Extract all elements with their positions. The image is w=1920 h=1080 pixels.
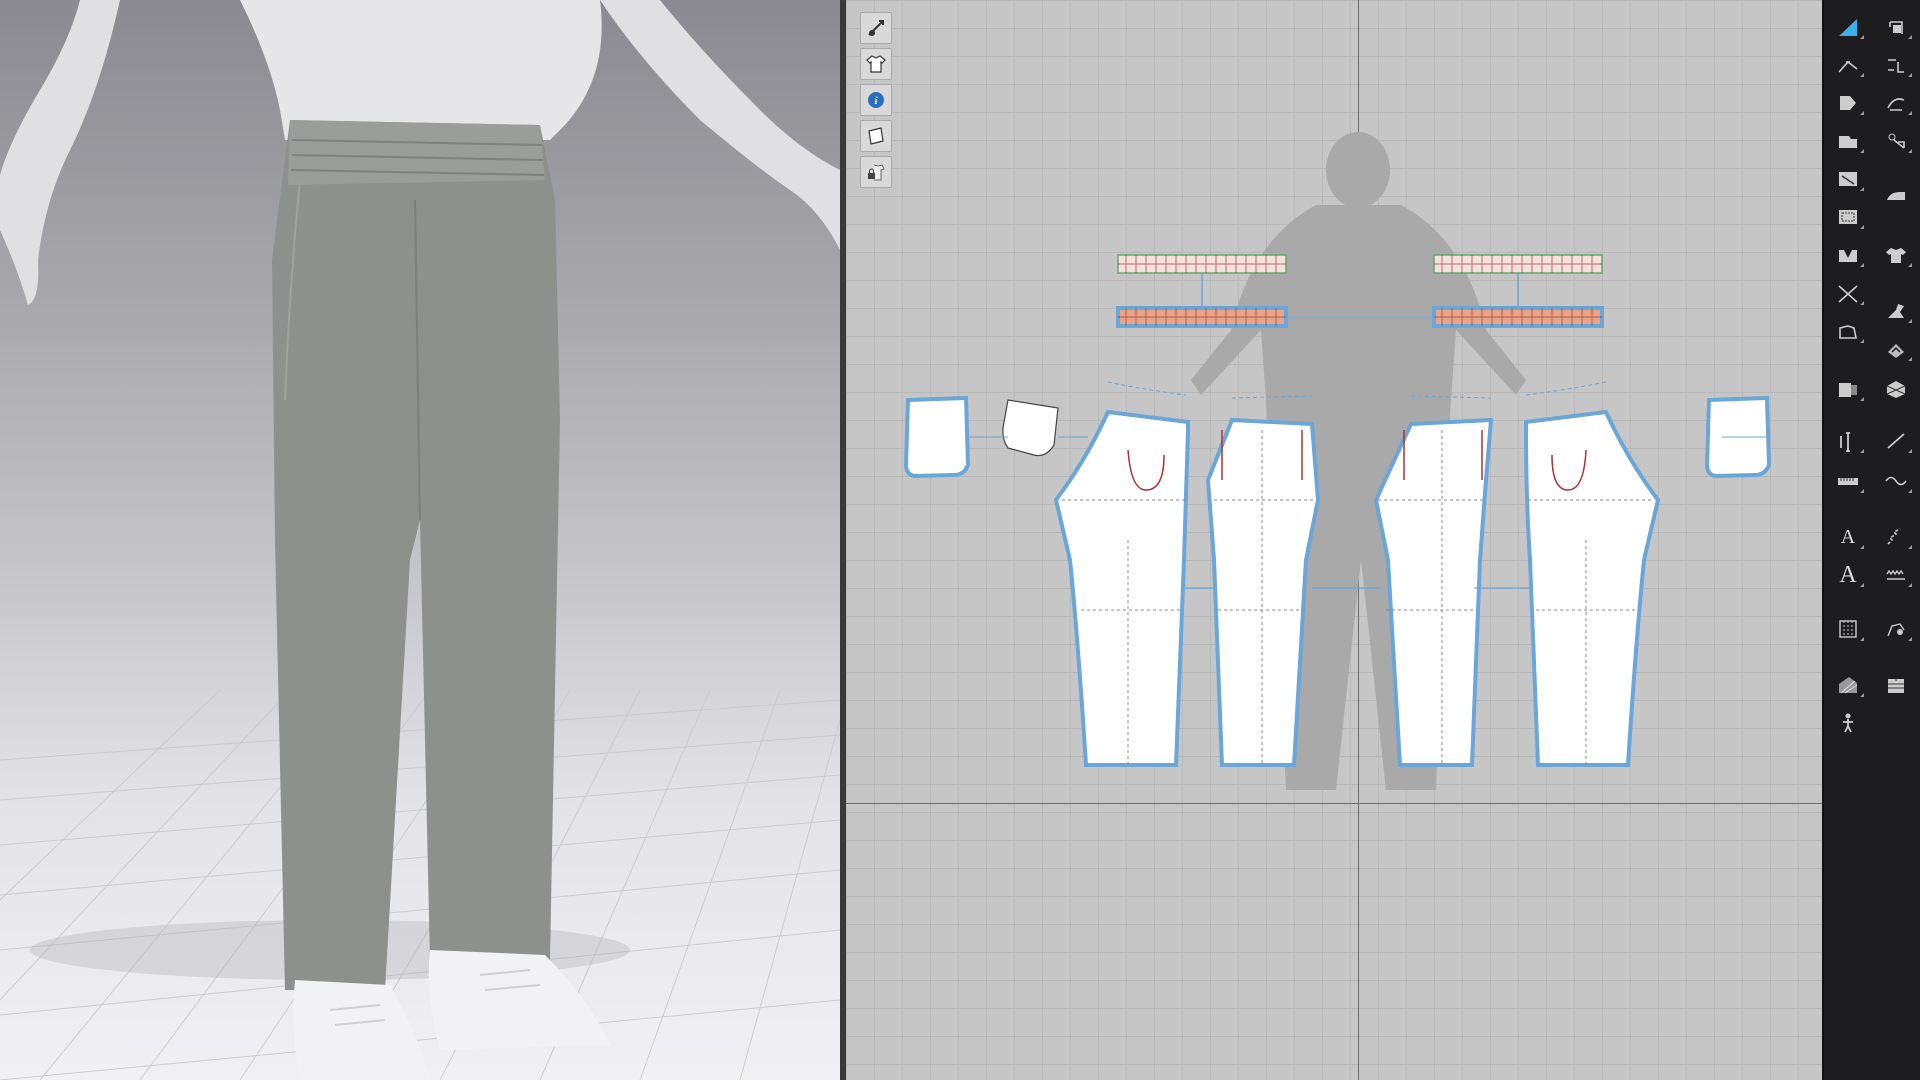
pin-icon[interactable] xyxy=(1876,334,1916,364)
text-icon[interactable]: A xyxy=(1828,522,1868,552)
transform-pattern-icon[interactable] xyxy=(1876,12,1916,42)
garment-fit-icon[interactable] xyxy=(1876,240,1916,270)
measure-icon[interactable] xyxy=(1828,426,1868,456)
edit-curvature-icon[interactable] xyxy=(1828,50,1868,80)
2d-pattern-window[interactable]: i xyxy=(846,0,1822,1080)
avatar-right-arm xyxy=(600,0,840,250)
fold-icon[interactable] xyxy=(1876,374,1916,404)
grainline-icon[interactable] xyxy=(1828,614,1868,644)
sweatpants-3d xyxy=(272,120,560,990)
text-style-icon[interactable]: A xyxy=(1828,560,1868,590)
add-point-icon[interactable] xyxy=(1828,316,1868,346)
lock-garment-icon[interactable] xyxy=(860,156,892,188)
edit-point-icon[interactable] xyxy=(1876,50,1916,80)
2d-view-toolbar: i xyxy=(860,12,892,192)
curve-point-icon[interactable] xyxy=(1876,88,1916,118)
show-avatar-icon[interactable] xyxy=(860,12,892,44)
trim-icon[interactable] xyxy=(1876,670,1916,700)
3d-viewport[interactable] xyxy=(0,0,840,1080)
internal-rectangle-icon[interactable] xyxy=(1828,202,1868,232)
show-garment-icon[interactable] xyxy=(860,48,892,80)
clo3d-workspace: i A A xyxy=(0,0,1920,1080)
floor-grid xyxy=(0,689,840,1080)
free-sewing-icon[interactable] xyxy=(1876,466,1916,496)
avatar-left-arm xyxy=(0,0,120,305)
show-pattern-icon[interactable] xyxy=(860,120,892,152)
pattern-canvas xyxy=(903,132,1772,790)
steam-iron-icon[interactable] xyxy=(1876,180,1916,210)
texture-icon[interactable] xyxy=(1828,670,1868,700)
ruler-icon[interactable] xyxy=(1828,466,1868,496)
rectangle-icon[interactable] xyxy=(1828,126,1868,156)
tool-palette: A A xyxy=(1822,0,1920,1080)
avatar-torso xyxy=(80,0,602,140)
elastic-icon[interactable] xyxy=(1876,560,1916,590)
stitch-icon[interactable] xyxy=(1876,426,1916,456)
internal-polygon-icon[interactable] xyxy=(1828,164,1868,194)
segment-sewing-icon[interactable] xyxy=(1828,278,1868,308)
info-icon[interactable]: i xyxy=(860,84,892,116)
fold-arrangement-icon[interactable] xyxy=(1828,374,1868,404)
avatar-pose-icon[interactable] xyxy=(1828,708,1868,738)
polygon-icon[interactable] xyxy=(1828,88,1868,118)
pants-front-left[interactable] xyxy=(1053,409,1190,767)
dart-icon[interactable] xyxy=(1828,240,1868,270)
pants-front-right[interactable] xyxy=(1524,409,1661,767)
edit-pattern-icon[interactable] xyxy=(1828,12,1868,42)
topstitch-icon[interactable] xyxy=(1876,614,1916,644)
zigzag-icon[interactable] xyxy=(1876,522,1916,552)
3d-scene xyxy=(0,0,840,1080)
transform-internal-icon[interactable] xyxy=(1876,126,1916,156)
tuck-icon[interactable] xyxy=(1876,296,1916,326)
